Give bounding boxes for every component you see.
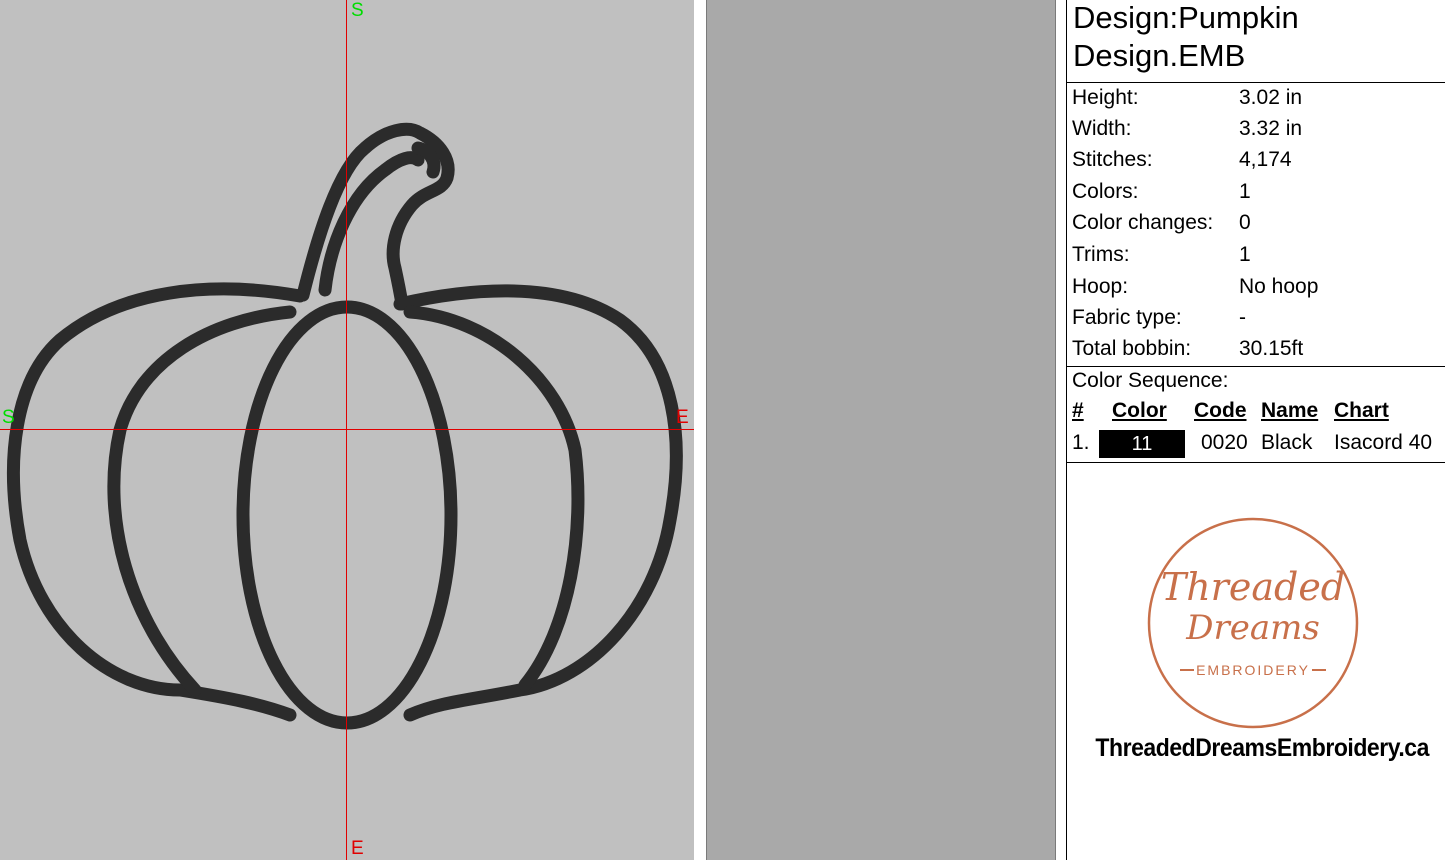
stat-value: 3.02 in bbox=[1239, 86, 1303, 109]
stat-label: Total bobbin: bbox=[1072, 337, 1192, 360]
thread-chart: Isacord 40 bbox=[1334, 431, 1433, 454]
axis-label-right: E bbox=[676, 407, 689, 428]
table-header-color: Color bbox=[1112, 399, 1167, 422]
stat-label: Color changes: bbox=[1072, 211, 1214, 234]
stat-value: No hoop bbox=[1239, 275, 1319, 298]
stat-label: Colors: bbox=[1072, 180, 1139, 203]
row-number: 1. bbox=[1072, 431, 1090, 454]
logo-text-embroidery: EMBROIDERY bbox=[1196, 662, 1310, 678]
color-swatch: 11 bbox=[1099, 430, 1185, 458]
stat-label: Hoop: bbox=[1072, 275, 1129, 298]
stat-value: 3.32 in bbox=[1239, 117, 1303, 140]
axis-label-top: S bbox=[351, 0, 364, 21]
stat-value: 1 bbox=[1239, 243, 1251, 266]
logo-text-threaded: Threaded bbox=[1161, 565, 1345, 609]
design-canvas[interactable]: S E S E bbox=[0, 0, 694, 860]
stat-label: Stitches: bbox=[1072, 148, 1153, 171]
empty-preview-area bbox=[706, 0, 1056, 860]
stat-value: 4,174 bbox=[1239, 148, 1292, 171]
design-filename: Design.EMB bbox=[1073, 38, 1246, 73]
logo-text-dreams: Dreams bbox=[1185, 608, 1320, 648]
design-title: Design:Pumpkin bbox=[1073, 0, 1299, 35]
stat-label: Trims: bbox=[1072, 243, 1130, 266]
divider bbox=[1067, 366, 1445, 367]
stat-value: - bbox=[1239, 306, 1246, 329]
stat-label: Height: bbox=[1072, 86, 1139, 109]
horizontal-axis-line bbox=[0, 429, 694, 430]
table-header-chart: Chart bbox=[1334, 399, 1389, 422]
divider bbox=[1067, 462, 1445, 463]
thread-code: 0020 bbox=[1201, 431, 1248, 454]
color-sequence-label: Color Sequence: bbox=[1072, 369, 1229, 392]
axis-label-bottom: E bbox=[351, 838, 364, 859]
threaded-dreams-logo: Threaded Dreams EMBROIDERY bbox=[1147, 517, 1359, 729]
divider bbox=[694, 0, 706, 860]
stat-label: Fabric type: bbox=[1072, 306, 1182, 329]
table-header-num: # bbox=[1072, 399, 1084, 422]
divider bbox=[1056, 0, 1066, 860]
stat-value: 30.15ft bbox=[1239, 337, 1304, 360]
stat-value: 0 bbox=[1239, 211, 1251, 234]
stat-value: 1 bbox=[1239, 180, 1251, 203]
table-header-code: Code bbox=[1194, 399, 1247, 422]
pumpkin-design bbox=[7, 122, 683, 730]
stat-label: Width: bbox=[1072, 117, 1132, 140]
thread-name: Black bbox=[1261, 431, 1313, 454]
design-info-panel: Design:Pumpkin Design.EMB Height: 3.02 i… bbox=[1066, 0, 1445, 860]
website-url: ThreadedDreamsEmbroidery.ca bbox=[1095, 734, 1429, 762]
table-header-name: Name bbox=[1261, 399, 1319, 422]
vertical-axis-line bbox=[346, 0, 347, 860]
divider bbox=[1067, 82, 1445, 83]
axis-label-left: S bbox=[2, 407, 15, 428]
